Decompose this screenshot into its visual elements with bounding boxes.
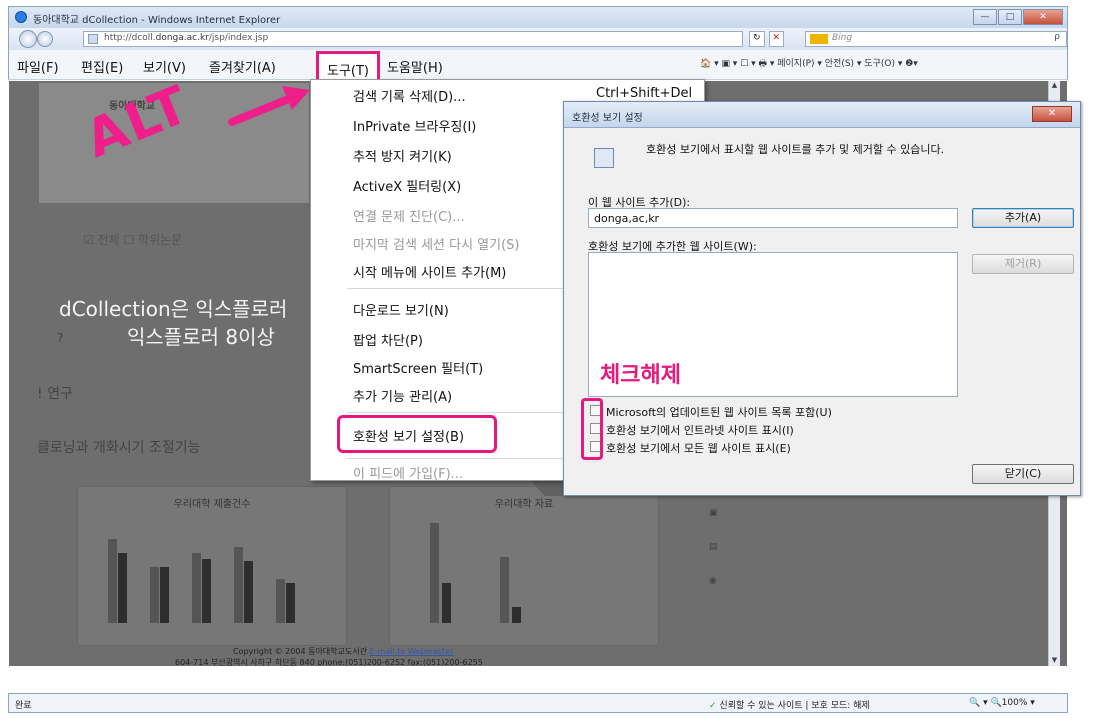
question-mark: ? bbox=[57, 331, 64, 345]
dialog-title: 호환성 보기 설정 bbox=[572, 113, 643, 124]
menu-item-activex-filtering[interactable]: ActiveX 필터링(X) bbox=[353, 176, 461, 195]
menu-help[interactable]: 도움말(H) bbox=[387, 57, 443, 76]
menu-item-reopen-session[interactable]: 마지막 검색 세션 다시 열기(S) bbox=[353, 234, 520, 253]
forward-button[interactable] bbox=[37, 31, 53, 47]
search-placeholder: Bing bbox=[832, 33, 853, 43]
menu-view[interactable]: 보기(V) bbox=[143, 57, 186, 76]
close-dialog-button[interactable]: 닫기(C) bbox=[972, 464, 1074, 484]
stop-button[interactable]: ✕ bbox=[768, 31, 785, 47]
research-heading: ! 연구 bbox=[37, 386, 73, 402]
menu-item-subscribe-feed[interactable]: 이 피드에 가입(F)... bbox=[353, 463, 463, 482]
menu-item-smartscreen[interactable]: SmartScreen 필터(T) bbox=[353, 358, 483, 377]
dialog-close-icon[interactable]: ✕ bbox=[1032, 106, 1072, 122]
chart-title-materials: 우리대학 자료 bbox=[494, 499, 554, 510]
ie-logo-icon bbox=[15, 11, 27, 23]
menu-item-popup-blocker[interactable]: 팝업 차단(P) bbox=[353, 330, 423, 349]
link-icon[interactable]: ▤ bbox=[709, 530, 718, 564]
menu-tools[interactable]: 도구(T) bbox=[316, 51, 381, 80]
shortcut-delete-history: Ctrl+Shift+Del bbox=[596, 86, 693, 101]
chart-bar bbox=[160, 567, 169, 623]
chart-bar bbox=[244, 561, 253, 623]
chart-bar bbox=[512, 607, 521, 623]
menu-item-add-to-start[interactable]: 시작 메뉴에 사이트 추가(M) bbox=[353, 262, 506, 281]
chart-panel-submissions: 우리대학 제출건수 bbox=[77, 486, 347, 646]
page-icon bbox=[88, 34, 98, 44]
chart-bar bbox=[430, 523, 439, 623]
scroll-down-icon[interactable]: ▼ bbox=[1050, 656, 1059, 666]
compat-view-icon bbox=[594, 148, 614, 168]
url-prefix: http://dcoll. bbox=[104, 33, 156, 43]
status-text: 완료 bbox=[15, 701, 32, 711]
window-controls: — □ ✕ bbox=[972, 9, 1063, 25]
add-button[interactable]: 추가(A) bbox=[972, 208, 1074, 228]
menu-file[interactable]: 파일(F) bbox=[17, 57, 59, 76]
intro-line-2: 익스플로러 8이상 bbox=[127, 325, 275, 349]
chart-bar bbox=[108, 539, 117, 623]
close-window-button[interactable]: ✕ bbox=[1023, 9, 1063, 25]
address-tools: ↻ ✕ bbox=[749, 31, 785, 47]
webmaster-link[interactable]: E-mail to Webmaster bbox=[370, 647, 454, 656]
chart-bar bbox=[286, 583, 295, 623]
option-label: 호환성 보기에서 인트라넷 사이트 표시(I) bbox=[606, 424, 794, 437]
chart-bar bbox=[442, 583, 451, 623]
intro-line-1: dCollection은 익스플로러 bbox=[59, 297, 288, 321]
menu-item-diagnose[interactable]: 연결 문제 진단(C)... bbox=[353, 206, 465, 225]
menu-favorites[interactable]: 즐겨찾기(A) bbox=[209, 57, 276, 76]
search-input[interactable]: Bing ρ bbox=[805, 31, 1067, 47]
footer-copyright: Copyright © 2004 동아대학교도서관 E-mail to Webm… bbox=[233, 646, 453, 657]
right-links: ▣ ▤ ◉ bbox=[709, 496, 718, 598]
chart-bar bbox=[118, 553, 127, 623]
chart-bar bbox=[234, 547, 243, 623]
check-icon: ✓ bbox=[709, 701, 717, 711]
link-icon[interactable]: ◉ bbox=[709, 564, 718, 598]
add-site-input[interactable]: donga,ac,kr bbox=[588, 208, 958, 228]
checkbox-highlight bbox=[581, 398, 603, 460]
maximize-button[interactable]: □ bbox=[998, 9, 1022, 25]
security-zone-text: 신뢰할 수 있는 사이트 | 보호 모드: 해제 bbox=[719, 701, 870, 711]
cloning-heading: 클로닝과 개화시기 조절기능 bbox=[37, 440, 201, 456]
chart-bar bbox=[276, 579, 285, 623]
menu-edit[interactable]: 편집(E) bbox=[81, 57, 123, 76]
search-icon[interactable]: ρ bbox=[1054, 32, 1060, 42]
minimize-button[interactable]: — bbox=[973, 9, 997, 25]
chart-bar bbox=[202, 559, 211, 623]
option-label: Microsoft의 업데이트된 웹 사이트 목록 포함(U) bbox=[606, 406, 832, 419]
dialog-description: 호환성 보기에서 표시할 웹 사이트를 추가 및 제거할 수 있습니다. bbox=[646, 143, 945, 156]
link-icon[interactable]: ▣ bbox=[709, 496, 718, 530]
url-domain: donga.ac.kr bbox=[155, 33, 209, 43]
command-bar[interactable]: 🏠 ▾ ▣ ▾ ☐ ▾ 🖶 ▾ 페이지(P) ▾ 안전(S) ▾ 도구(O) ▾… bbox=[700, 56, 918, 72]
title-bar: 동아대학교 dCollection - Windows Internet Exp… bbox=[8, 6, 1068, 28]
security-zone: ✓ 신뢰할 수 있는 사이트 | 보호 모드: 해제 bbox=[709, 698, 870, 711]
refresh-button[interactable]: ↻ bbox=[749, 31, 765, 47]
compat-view-dialog: 호환성 보기 설정 ✕ 호환성 보기에서 표시할 웹 사이트를 추가 및 제거할… bbox=[563, 101, 1081, 496]
footer-copyright-text: Copyright © 2004 동아대학교도서관 bbox=[233, 647, 370, 656]
chart-bar bbox=[150, 567, 159, 623]
chart-bar bbox=[192, 553, 201, 623]
zoom-control[interactable]: 🔍 ▾ 🔍100% ▾ bbox=[969, 698, 1035, 708]
compat-view-highlight bbox=[337, 415, 497, 453]
chart-bar bbox=[500, 557, 509, 623]
chart-panel-materials: 우리대학 자료 bbox=[389, 486, 659, 646]
menu-item-manage-addons[interactable]: 추가 기능 관리(A) bbox=[353, 386, 452, 405]
url-suffix: /jsp/index.jsp bbox=[208, 33, 269, 43]
scroll-up-icon[interactable]: ▲ bbox=[1050, 81, 1059, 91]
dialog-title-bar: 호환성 보기 설정 ✕ bbox=[564, 102, 1080, 128]
menu-item-tracking-protection[interactable]: 추적 방지 켜기(K) bbox=[353, 146, 452, 165]
status-bar: 완료 ✓ 신뢰할 수 있는 사이트 | 보호 모드: 해제 🔍 ▾ 🔍100% … bbox=[8, 693, 1068, 713]
chart-title-submissions: 우리대학 제출건수 bbox=[173, 499, 251, 510]
footer-address: 604-714 부산광역시 사하구 하단동 840 phone:(051)200… bbox=[175, 658, 483, 666]
remove-button[interactable]: 제거(R) bbox=[972, 254, 1074, 274]
bing-logo-icon bbox=[810, 34, 828, 44]
option-label: 호환성 보기에서 모든 웹 사이트 표시(E) bbox=[606, 442, 791, 455]
menu-item-delete-history[interactable]: 검색 기록 삭제(D)... bbox=[353, 86, 466, 105]
address-bar: http://dcoll.donga.ac.kr/jsp/index.jsp ↻… bbox=[8, 28, 1068, 50]
back-button[interactable] bbox=[19, 30, 37, 48]
url-input[interactable]: http://dcoll.donga.ac.kr/jsp/index.jsp bbox=[83, 31, 743, 47]
menu-item-downloads[interactable]: 다운로드 보기(N) bbox=[353, 300, 449, 319]
window-title: 동아대학교 dCollection - Windows Internet Exp… bbox=[33, 15, 281, 26]
menu-item-inprivate[interactable]: InPrivate 브라우징(I) bbox=[353, 116, 476, 135]
uncheck-annotation: 체크해제 bbox=[600, 363, 681, 388]
search-scope-checks[interactable]: ☑ 전체 ☐ 학위논문 bbox=[83, 231, 182, 248]
